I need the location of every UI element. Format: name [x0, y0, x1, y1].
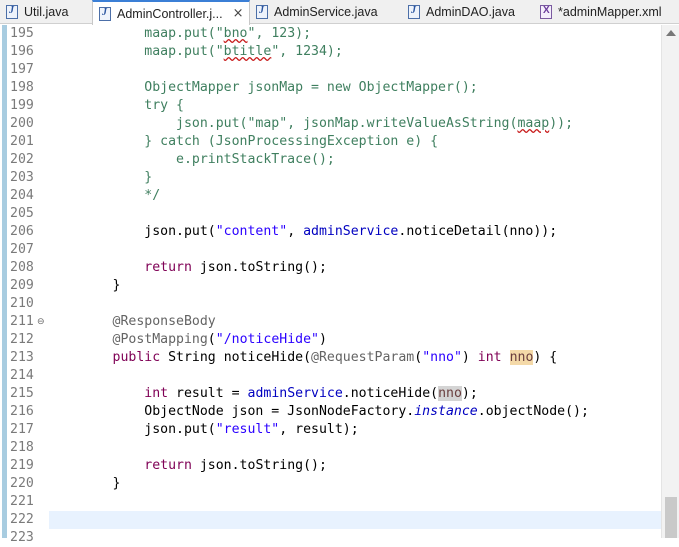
- line-number: 223: [10, 530, 34, 545]
- line-number: 211: [10, 314, 34, 329]
- line-number: 218: [10, 440, 34, 455]
- vertical-scrollbar[interactable]: [661, 25, 679, 538]
- code-editor[interactable]: [49, 25, 661, 538]
- scrollbar-thumb[interactable]: [665, 497, 677, 538]
- line-number: 205: [10, 206, 34, 221]
- line-number: 201: [10, 134, 34, 149]
- xml-file-icon: [540, 5, 552, 19]
- line-number: 209: [10, 278, 34, 293]
- editor-tab[interactable]: AdminController.j... ×: [92, 0, 250, 25]
- line-number: 212: [10, 332, 34, 347]
- tab-label: Util.java: [24, 5, 69, 19]
- line-number: 196: [10, 44, 34, 59]
- fold-collapse-icon[interactable]: ⊖: [37, 313, 47, 331]
- line-number: 206: [10, 224, 34, 239]
- java-file-icon: [6, 5, 18, 19]
- line-number: 207: [10, 242, 34, 257]
- line-number: 200: [10, 116, 34, 131]
- editor-tab[interactable]: AdminService.java: [250, 0, 402, 24]
- editor-tab[interactable]: AdminDAO.java: [402, 0, 534, 24]
- line-number: 203: [10, 170, 34, 185]
- tab-label: *adminMapper.xml: [558, 5, 662, 19]
- line-number: 222: [10, 512, 34, 527]
- line-number: 199: [10, 98, 34, 113]
- line-number: 214: [10, 368, 34, 383]
- line-number: 210: [10, 296, 34, 311]
- line-number: 220: [10, 476, 34, 491]
- editor-tab[interactable]: Util.java: [0, 0, 92, 24]
- close-tab-icon[interactable]: ×: [233, 6, 244, 21]
- line-number: 216: [10, 404, 34, 419]
- line-number: 215: [10, 386, 34, 401]
- java-file-icon: [408, 5, 420, 19]
- scroll-up-arrow-icon[interactable]: [666, 30, 676, 36]
- line-number: 219: [10, 458, 34, 473]
- editor-tab[interactable]: *adminMapper.xml: [534, 0, 679, 24]
- line-number: 213: [10, 350, 34, 365]
- line-number: 217: [10, 422, 34, 437]
- tab-label: AdminService.java: [274, 5, 378, 19]
- change-marker-bar: [2, 25, 7, 538]
- line-number: 208: [10, 260, 34, 275]
- line-number: 197: [10, 62, 34, 77]
- line-number: 202: [10, 152, 34, 167]
- java-file-icon: [99, 6, 111, 21]
- line-number: 195: [10, 26, 34, 41]
- line-number: 221: [10, 494, 34, 509]
- line-number: 204: [10, 188, 34, 203]
- java-file-icon: [256, 5, 268, 19]
- tab-label: AdminController.j...: [117, 6, 223, 21]
- line-number: 198: [10, 80, 34, 95]
- tab-label: AdminDAO.java: [426, 5, 515, 19]
